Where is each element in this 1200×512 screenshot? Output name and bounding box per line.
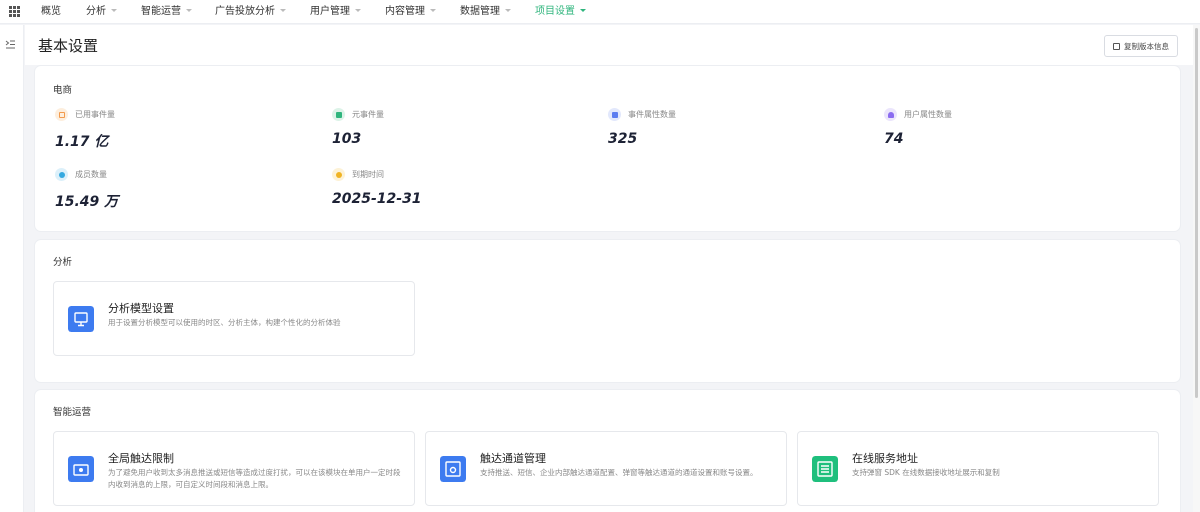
smart-operations-section: 智能运营 全局触达限制 为了避免用户收到太多消息推送或短信等造成过度打扰，可以在… <box>35 390 1180 512</box>
nav-item-analysis[interactable]: 分析 <box>86 5 117 18</box>
chevron-down-icon <box>186 8 192 12</box>
event-usage-icon <box>55 108 68 121</box>
analysis-section: 分析 分析模型设置 用于设置分析模型可以使用的时区、分析主体，构建个性化的分析体… <box>35 240 1180 382</box>
meta-event-icon <box>332 108 345 121</box>
section-title: 分析 <box>53 257 73 268</box>
chevron-down-icon <box>505 8 511 12</box>
nav-item-data-management[interactable]: 数据管理 <box>460 5 511 18</box>
page-header: 基本设置 复制版本信息 <box>25 25 1198 65</box>
chevron-down-icon <box>430 8 436 12</box>
global-reach-limit-icon <box>68 456 94 482</box>
event-property-icon <box>608 108 621 121</box>
chevron-down-icon <box>111 8 117 12</box>
left-rail <box>0 25 24 512</box>
section-title: 电商 <box>53 85 73 96</box>
nav-item-project-settings[interactable]: 项目设置 <box>535 5 586 18</box>
chevron-down-icon <box>580 8 586 12</box>
stat-members: 成员数量 15.49 万 <box>55 168 119 210</box>
apps-grid-icon[interactable] <box>9 6 20 17</box>
nav-item-smart-operations[interactable]: 智能运营 <box>141 5 192 18</box>
nav-item-user-management[interactable]: 用户管理 <box>310 5 361 18</box>
scrollbar-thumb[interactable] <box>1195 28 1198 398</box>
nav-item-ad-analysis[interactable]: 广告投放分析 <box>215 5 286 18</box>
analysis-model-icon <box>68 306 94 332</box>
expiry-time-icon <box>332 168 345 181</box>
chevron-down-icon <box>355 8 361 12</box>
online-service-icon <box>812 456 838 482</box>
nav-item-overview[interactable]: 概览 <box>41 5 61 18</box>
members-icon <box>55 168 68 181</box>
page-title: 基本设置 <box>38 37 99 55</box>
global-reach-limit-card[interactable]: 全局触达限制 为了避免用户收到太多消息推送或短信等造成过度打扰，可以在该模块在单… <box>53 431 415 506</box>
section-title: 智能运营 <box>53 407 92 418</box>
ecommerce-section: 电商 已用事件量 1.17 亿 元事件量 103 事件属性数量 325 用户属性… <box>35 66 1180 231</box>
sidebar-expand-icon[interactable] <box>5 40 15 49</box>
reach-channel-icon <box>440 456 466 482</box>
copy-version-info-button[interactable]: 复制版本信息 <box>1104 35 1178 57</box>
copy-icon <box>1113 42 1120 50</box>
nav-item-content-management[interactable]: 内容管理 <box>385 5 436 18</box>
stat-meta-events: 元事件量 103 <box>332 108 384 147</box>
analysis-model-settings-card[interactable]: 分析模型设置 用于设置分析模型可以使用的时区、分析主体，构建个性化的分析体验 <box>53 281 415 356</box>
user-property-icon <box>884 108 897 121</box>
top-navigation: 概览 分析 智能运营 广告投放分析 用户管理 内容管理 数据管理 项目设置 <box>0 0 1200 24</box>
chevron-down-icon <box>280 8 286 12</box>
stat-event-properties: 事件属性数量 325 <box>608 108 676 147</box>
stat-expiry-time: 到期时间 2025-12-31 <box>332 168 422 207</box>
online-service-address-card[interactable]: 在线服务地址 支持弹窗 SDK 在线数据接收地址展示和复制 <box>797 431 1159 506</box>
stat-user-properties: 用户属性数量 74 <box>884 108 952 147</box>
stat-used-events: 已用事件量 1.17 亿 <box>55 108 115 150</box>
reach-channel-management-card[interactable]: 触达通道管理 支持推送、短信、企业内部触达通道配置、弹窗等触达通道的通道设置和账… <box>425 431 787 506</box>
